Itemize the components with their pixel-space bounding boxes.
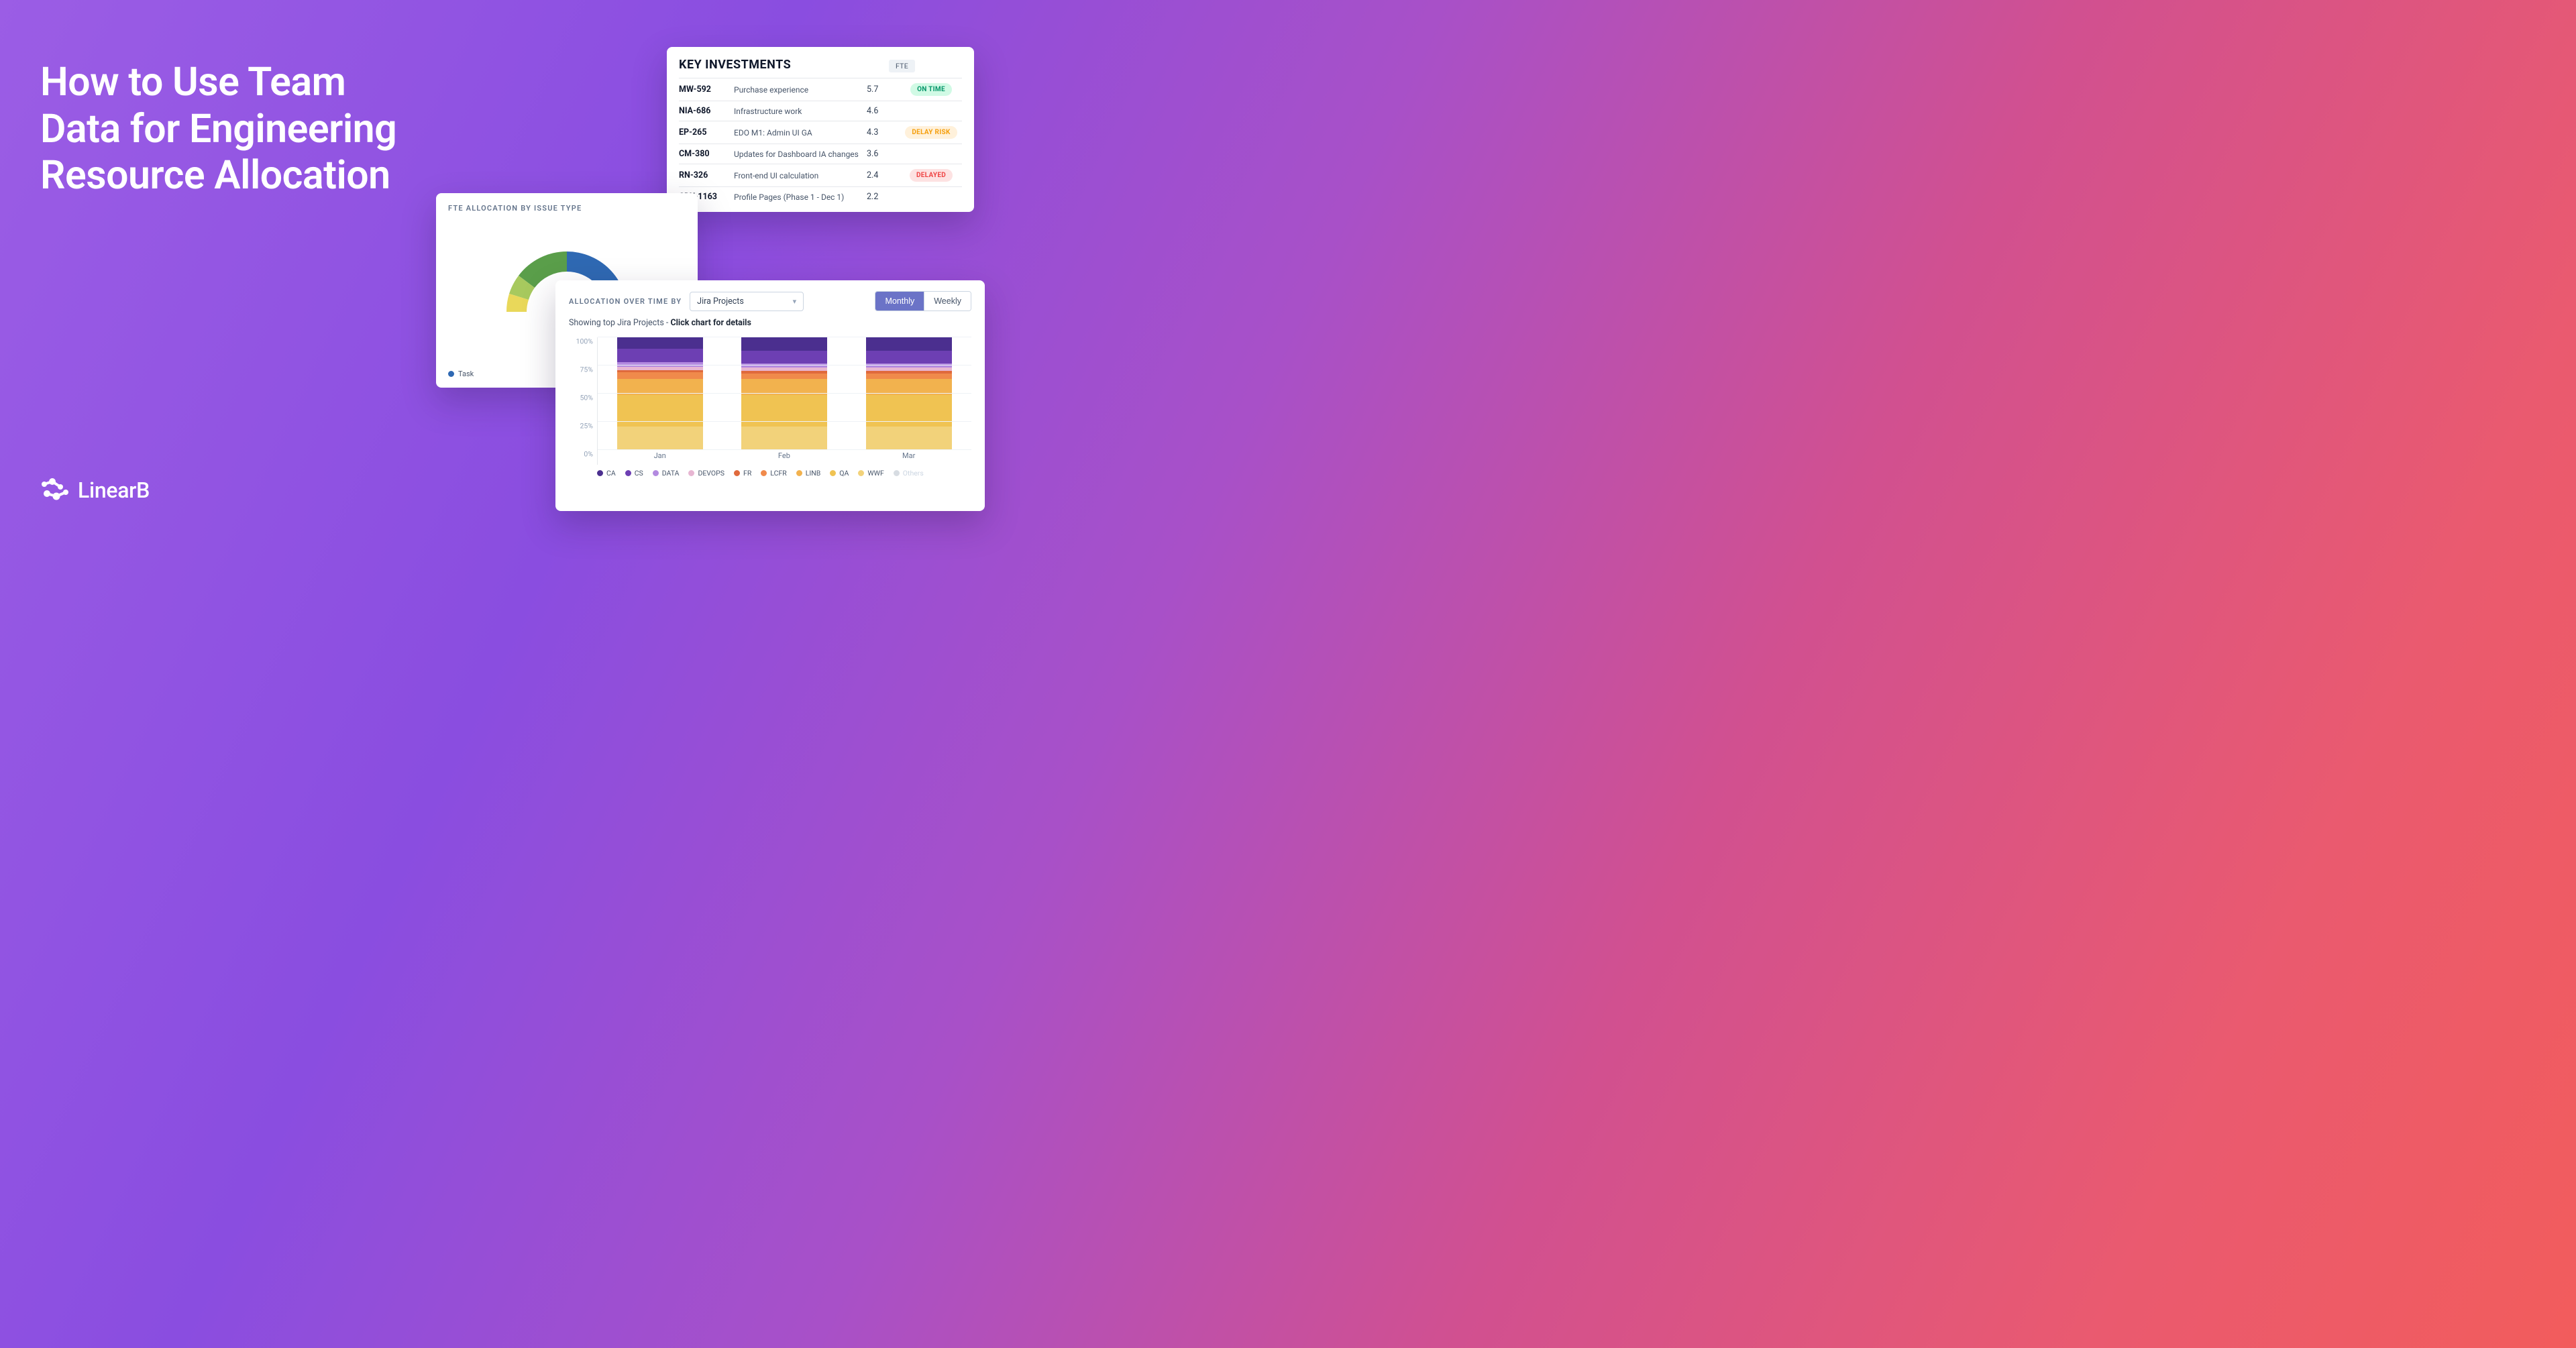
investment-fte: 3.6 xyxy=(867,149,894,159)
bar-segment xyxy=(866,337,952,351)
legend-dot-icon xyxy=(858,470,864,476)
allocation-legend: CA CS DATA DEVOPS FR LCFR LINB QA WWF Others xyxy=(569,469,971,478)
legend-dot-icon xyxy=(734,470,740,476)
legend-dot-icon xyxy=(894,470,900,476)
legend-dot-icon xyxy=(653,470,659,476)
hero-line-2: Data for Engineering xyxy=(40,106,396,153)
legend-dot-icon xyxy=(688,470,694,476)
legend-item: CA xyxy=(597,469,616,478)
legend-item: LCFR xyxy=(761,469,786,478)
key-investments-card: KEY INVESTMENTS FTE MW-592 Purchase exper… xyxy=(667,47,974,212)
bar-segment xyxy=(866,374,952,379)
investment-row[interactable]: EP-265 EDO M1: Admin UI GA 4.3 DELAY RISK xyxy=(679,121,962,144)
x-tick: Mar xyxy=(902,451,915,465)
status-badge: ON TIME xyxy=(910,83,952,96)
y-tick: 25% xyxy=(580,422,594,431)
stacked-bar-chart[interactable]: 0% 25% 50% 75% 100% Jan Feb Mar xyxy=(569,337,971,465)
key-investments-title: KEY INVESTMENTS xyxy=(679,58,791,72)
allocation-sub-prefix: Showing top Jira Projects - xyxy=(569,318,670,328)
investment-desc: Purchase experience xyxy=(734,85,860,95)
legend-item: DATA xyxy=(653,469,680,478)
bar-segment xyxy=(617,372,703,379)
investment-row[interactable]: RN-326 Front-end UI calculation 2.4 DELAYED xyxy=(679,164,962,186)
investment-fte: 5.7 xyxy=(867,85,894,95)
allocation-subtitle: Showing top Jira Projects - Click chart … xyxy=(569,318,971,328)
legend-dot-icon xyxy=(448,371,454,377)
stacked-bar[interactable] xyxy=(617,337,703,450)
investment-fte: 4.6 xyxy=(867,106,894,116)
status-badge: DELAYED xyxy=(910,169,953,182)
investment-desc: EDO M1: Admin UI GA xyxy=(734,128,860,137)
bar-segment xyxy=(617,349,703,362)
investment-key: MW-592 xyxy=(679,85,727,95)
bar-segment xyxy=(866,363,952,368)
legend-dot-icon xyxy=(830,470,836,476)
legend-item: DEVOPS xyxy=(688,469,724,478)
hero-title: How to Use Team Data for Engineering Res… xyxy=(40,59,396,199)
bar-segment xyxy=(741,427,827,450)
investment-desc: Front-end UI calculation xyxy=(734,171,860,180)
investment-row[interactable]: CDX-1163Profile Pages (Phase 1 - Dec 1)2… xyxy=(679,186,962,207)
toggle-monthly-button[interactable]: Monthly xyxy=(875,292,924,311)
status-badge: DELAY RISK xyxy=(905,126,957,139)
toggle-weekly-button[interactable]: Weekly xyxy=(924,292,971,311)
investment-key: NIA-686 xyxy=(679,106,727,116)
linearb-logo-icon xyxy=(40,478,68,503)
y-tick: 50% xyxy=(580,394,594,402)
investment-desc: Infrastructure work xyxy=(734,107,860,116)
brand-lockup: LinearB xyxy=(40,478,150,503)
bar-segment xyxy=(741,351,827,363)
y-tick: 0% xyxy=(584,450,593,459)
x-tick: Feb xyxy=(778,451,790,465)
bar-segment xyxy=(741,337,827,351)
hero-line-3: Resource Allocation xyxy=(40,152,396,199)
bar-segment xyxy=(741,374,827,379)
hero-line-1: How to Use Team xyxy=(40,59,396,106)
bar-segment xyxy=(617,427,703,450)
investment-fte: 4.3 xyxy=(867,127,894,137)
investment-row[interactable]: CM-380 Updates for Dashboard IA changes 3.… xyxy=(679,144,962,164)
grouping-select-value: Jira Projects xyxy=(697,296,744,306)
donut-legend-item: Task xyxy=(448,370,474,378)
donut-title: FTE ALLOCATION BY ISSUE TYPE xyxy=(448,204,686,213)
investment-key: RN-326 xyxy=(679,170,727,180)
legend-item: LINB xyxy=(796,469,821,478)
y-tick: 100% xyxy=(576,337,593,346)
investment-desc: Updates for Dashboard IA changes xyxy=(734,150,860,159)
bar-segment xyxy=(866,427,952,450)
legend-item: QA xyxy=(830,469,849,478)
brand-name: LinearB xyxy=(78,478,150,503)
legend-dot-icon xyxy=(761,470,767,476)
donut-legend-label: Task xyxy=(458,370,474,378)
allocation-sub-bold: Click chart for details xyxy=(670,318,751,328)
investment-fte: 2.2 xyxy=(867,192,894,202)
investment-key: EP-265 xyxy=(679,127,727,137)
stacked-bar[interactable] xyxy=(866,337,952,450)
legend-dot-icon xyxy=(597,470,603,476)
chevron-down-icon: ▾ xyxy=(793,297,797,306)
stacked-bar[interactable] xyxy=(741,337,827,450)
allocation-over-time-card: ALLOCATION OVER TIME BY Jira Projects ▾ … xyxy=(555,280,985,511)
bar-segment xyxy=(866,351,952,363)
investment-row[interactable]: NIA-686 Infrastructure work 4.6 xyxy=(679,101,962,121)
legend-item: FR xyxy=(734,469,751,478)
bar-segment xyxy=(617,337,703,349)
time-granularity-toggle: Monthly Weekly xyxy=(875,291,971,311)
investment-fte: 2.4 xyxy=(867,170,894,180)
investment-row[interactable]: MW-592 Purchase experience 5.7 ON TIME xyxy=(679,78,962,101)
investment-key: CM-380 xyxy=(679,149,727,159)
legend-dot-icon xyxy=(625,470,631,476)
legend-item: CS xyxy=(625,469,643,478)
investment-desc: Profile Pages (Phase 1 - Dec 1) xyxy=(734,192,860,202)
x-tick: Jan xyxy=(654,451,666,465)
bar-segment xyxy=(741,363,827,368)
legend-dot-icon xyxy=(796,470,802,476)
fte-column-chip: FTE xyxy=(889,60,915,72)
legend-item: WWF xyxy=(858,469,883,478)
grouping-select[interactable]: Jira Projects ▾ xyxy=(690,292,804,311)
legend-item: Others xyxy=(894,469,924,478)
y-tick: 75% xyxy=(580,366,594,374)
allocation-label: ALLOCATION OVER TIME BY xyxy=(569,297,682,306)
